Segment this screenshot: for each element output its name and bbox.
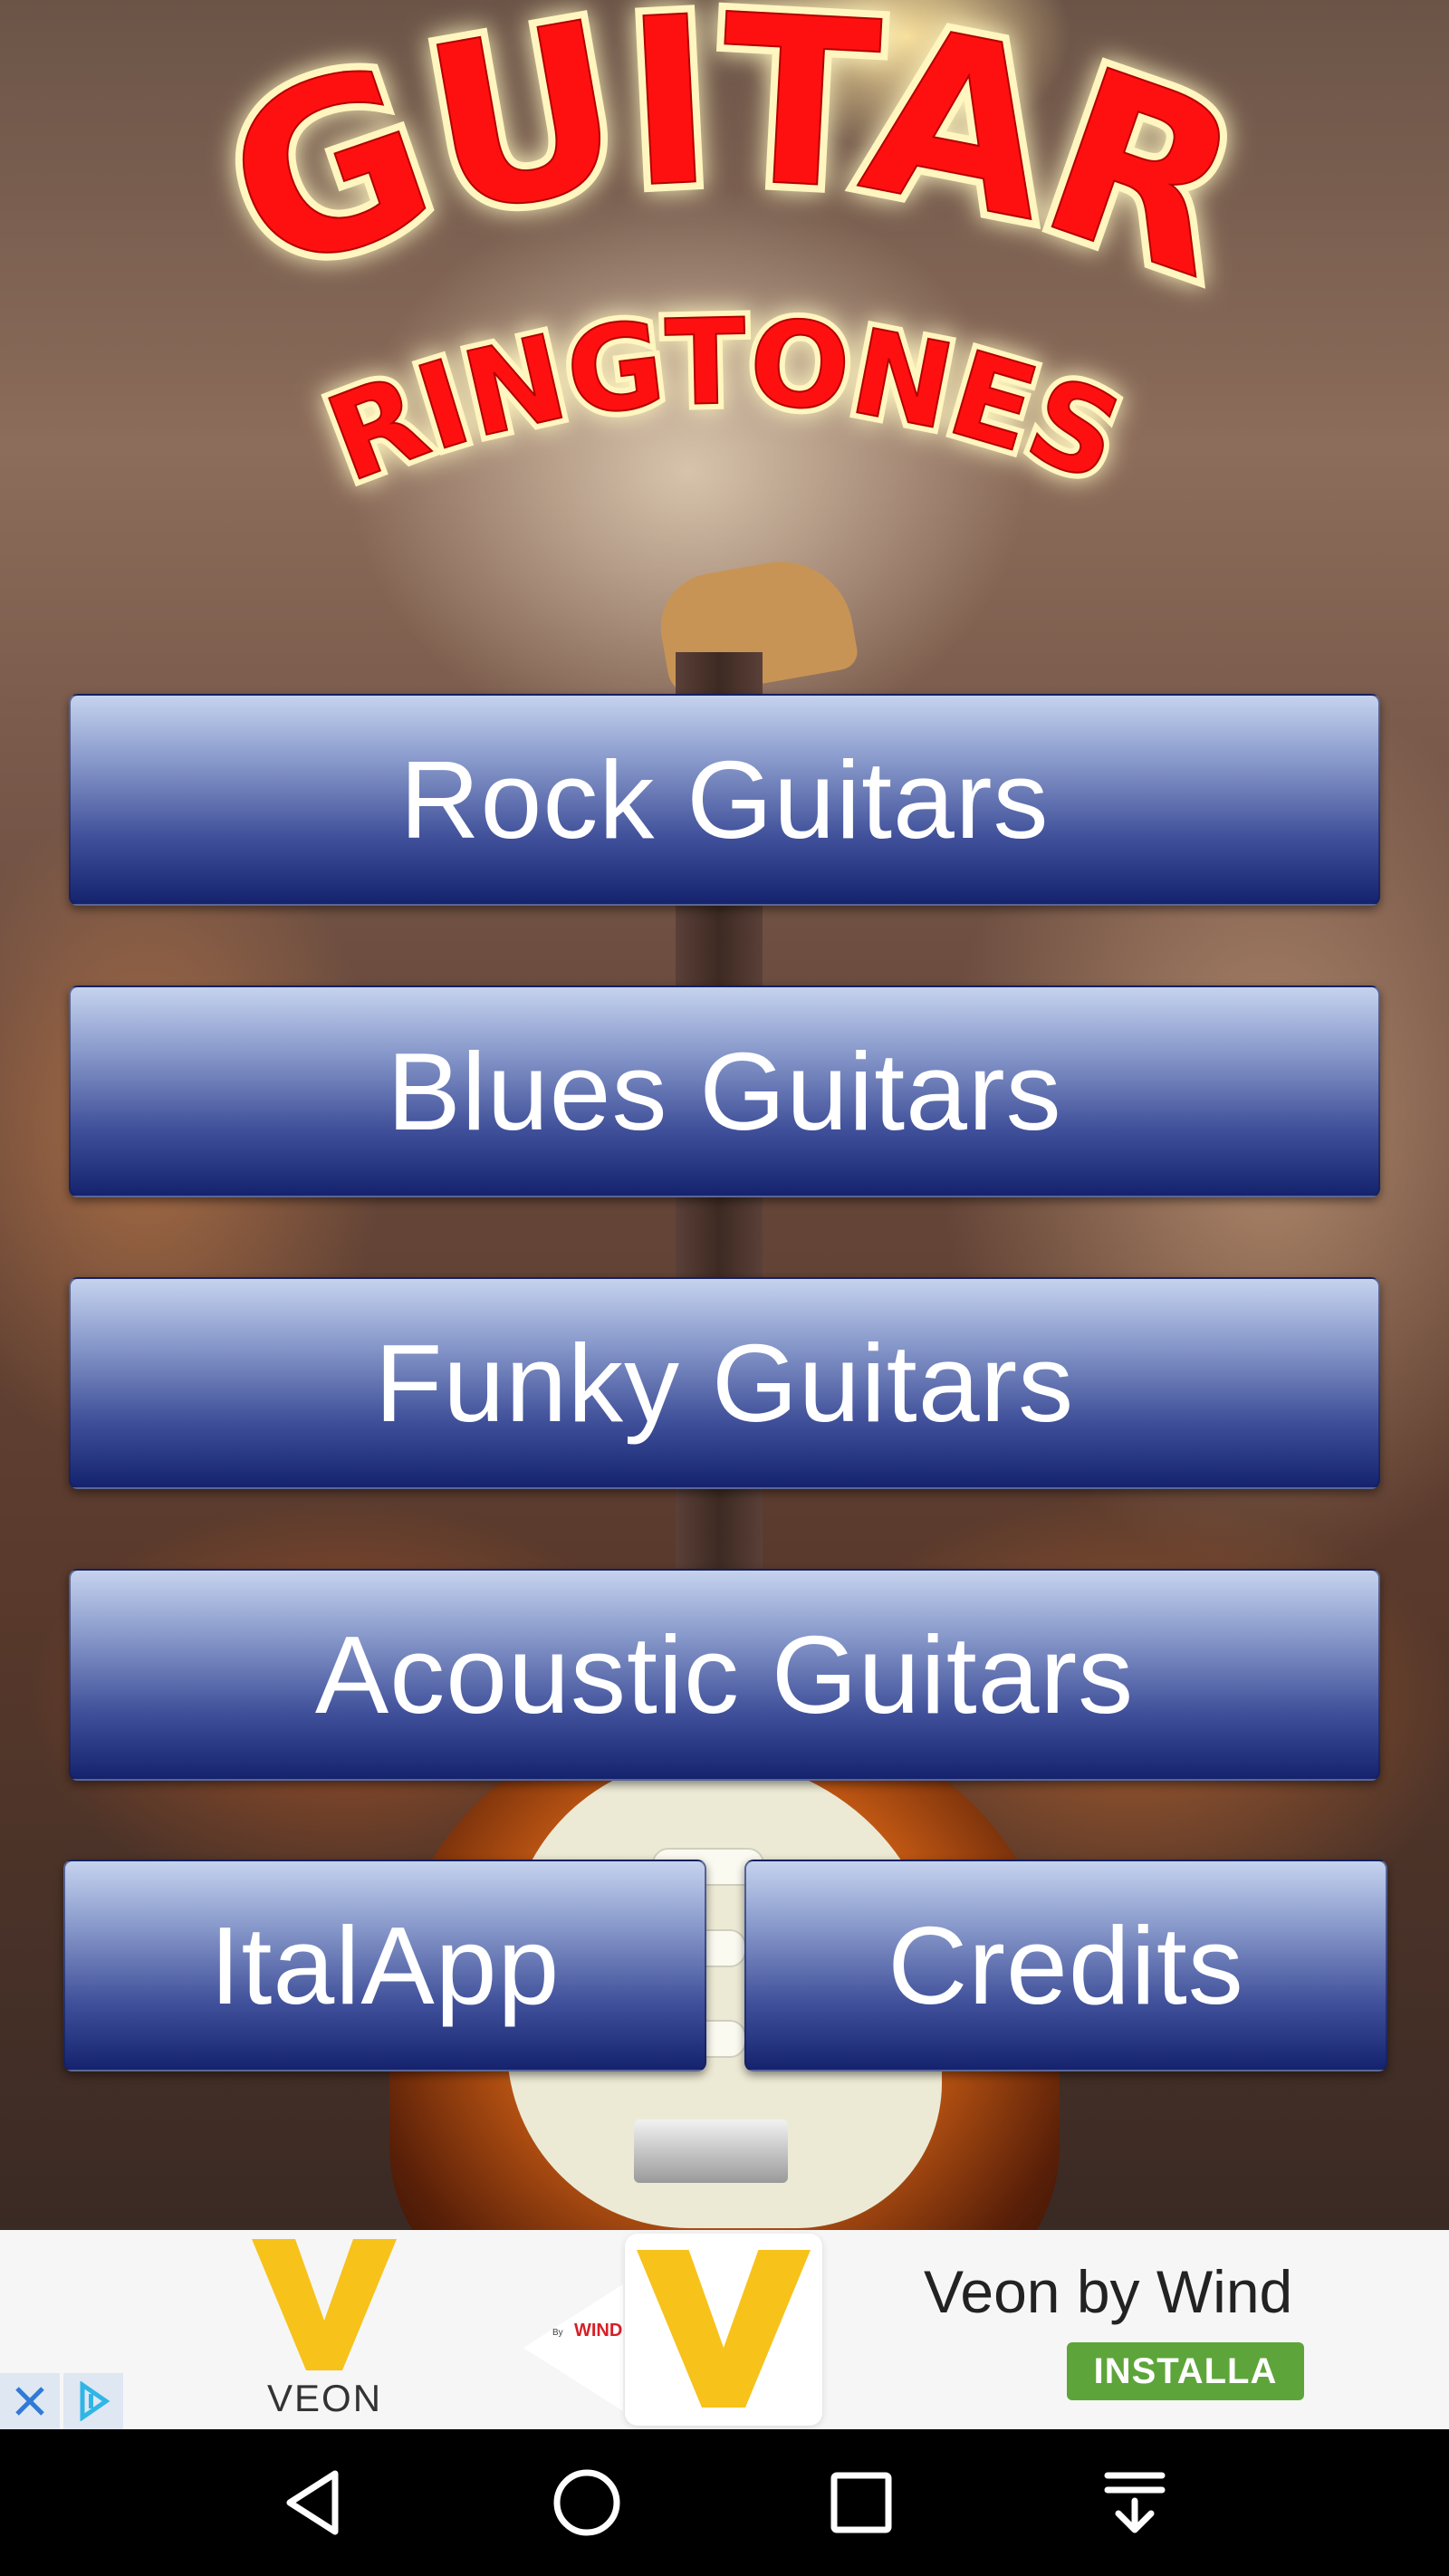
veon-v-logo — [252, 2239, 397, 2370]
rock-guitars-button[interactable]: Rock Guitars — [69, 694, 1380, 906]
system-navigation-bar — [0, 2429, 1449, 2576]
notification-pull-icon[interactable] — [1089, 2457, 1180, 2548]
adchoices-icon[interactable] — [63, 2373, 123, 2429]
ad-brand-text: VEON — [267, 2377, 383, 2419]
close-icon[interactable] — [0, 2373, 60, 2429]
veon-app-icon[interactable] — [625, 2234, 822, 2426]
funky-guitars-button[interactable]: Funky Guitars — [69, 1277, 1380, 1489]
logo-line1: GUITAR — [196, 0, 1271, 332]
ad-pointer-shape — [523, 2284, 623, 2411]
wind-logo: WIND — [574, 2321, 623, 2341]
install-button[interactable]: INSTALLA — [1067, 2342, 1304, 2400]
italapp-button[interactable]: ItalApp — [63, 1860, 706, 2071]
recents-icon[interactable] — [816, 2457, 907, 2548]
blues-guitars-button[interactable]: Blues Guitars — [69, 985, 1380, 1197]
app-logo: GUITAR RINGTONES GUITAR RINGTONES — [0, 0, 1449, 580]
svg-text:GUITAR: GUITAR — [197, 0, 1271, 331]
svg-text:RINGTONES: RINGTONES — [311, 293, 1138, 508]
guitar-bridge — [634, 2119, 788, 2183]
ad-banner[interactable]: VEON By WIND Veon by Wind INSTALLA — [0, 2230, 1449, 2429]
acoustic-guitars-button[interactable]: Acoustic Guitars — [69, 1569, 1380, 1781]
ad-title[interactable]: Veon by Wind — [924, 2257, 1292, 2326]
logo-line2: RINGTONES — [310, 292, 1139, 509]
home-icon[interactable] — [542, 2457, 632, 2548]
back-icon[interactable] — [268, 2457, 359, 2548]
ad-by-label: By — [552, 2328, 563, 2338]
credits-button[interactable]: Credits — [744, 1860, 1387, 2071]
